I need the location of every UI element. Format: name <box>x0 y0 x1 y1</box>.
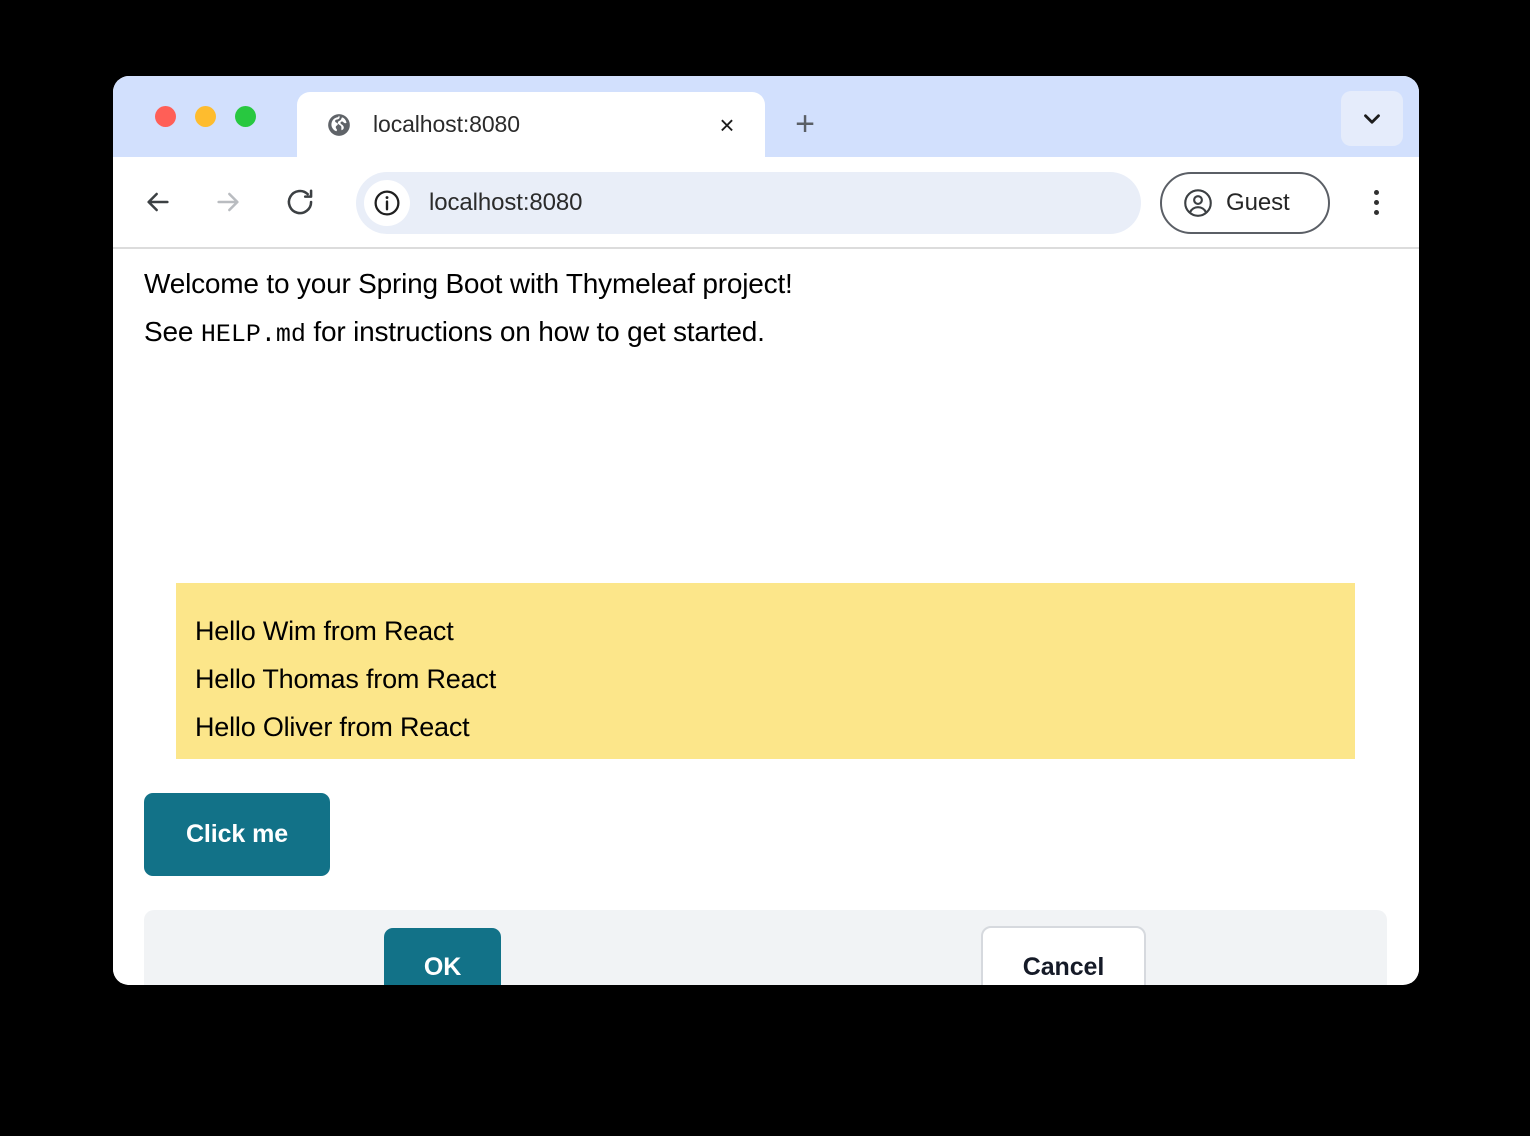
click-me-button[interactable]: Click me <box>144 793 330 876</box>
instructions-text: See HELP.md for instructions on how to g… <box>144 316 765 349</box>
chevron-down-icon <box>1364 113 1380 124</box>
window-maximize-button[interactable] <box>235 106 256 127</box>
address-bar-text: localhost:8080 <box>429 189 583 216</box>
three-dots-vertical-icon <box>1373 189 1379 195</box>
browser-tab[interactable]: localhost:8080 × <box>297 92 765 157</box>
tab-strip: localhost:8080 × + <box>113 76 1419 157</box>
profile-label: Guest <box>1226 189 1290 216</box>
tab-title: localhost:8080 <box>373 111 520 137</box>
welcome-heading: Welcome to your Spring Boot with Thymele… <box>144 268 793 299</box>
greeting-box: Hello Wim from React Hello Thomas from R… <box>176 583 1355 759</box>
arrow-right-icon <box>217 192 239 212</box>
page-content: Welcome to your Spring Boot with Thymele… <box>113 249 1419 985</box>
ok-button[interactable]: OK <box>384 928 501 985</box>
reload-icon <box>287 189 313 215</box>
three-dots-vertical-icon <box>1373 199 1379 205</box>
profile-button[interactable]: Guest <box>1160 172 1330 234</box>
window-close-button[interactable] <box>155 106 176 127</box>
arrow-left-icon <box>147 192 169 212</box>
help-file-name: HELP.md <box>200 320 306 349</box>
reload-button[interactable] <box>277 179 323 225</box>
info-circle-icon <box>374 190 400 216</box>
site-info-button[interactable] <box>364 180 410 226</box>
tab-search-button[interactable] <box>1341 91 1403 146</box>
cancel-button[interactable]: Cancel <box>981 926 1146 985</box>
browser-menu-button[interactable] <box>1355 179 1397 225</box>
back-button[interactable] <box>135 179 181 225</box>
address-bar[interactable]: localhost:8080 <box>356 172 1141 234</box>
forward-button[interactable] <box>205 179 251 225</box>
new-tab-button[interactable]: + <box>785 104 825 144</box>
browser-window: localhost:8080 × + localhost:8080 Guest … <box>113 76 1419 985</box>
globe-icon <box>328 113 350 136</box>
three-dots-vertical-icon <box>1373 209 1379 215</box>
account-circle-icon <box>1184 189 1212 217</box>
instructions-prefix: See <box>144 316 201 347</box>
tab-close-icon[interactable]: × <box>712 110 742 140</box>
greeting-line: Hello Oliver from React <box>195 712 470 742</box>
browser-toolbar: localhost:8080 Guest <box>113 157 1419 249</box>
greeting-line: Hello Thomas from React <box>195 664 497 694</box>
instructions-suffix: for instructions on how to get started. <box>305 316 765 347</box>
greeting-line: Hello Wim from React <box>195 616 454 646</box>
window-minimize-button[interactable] <box>195 106 216 127</box>
action-bar: OK Cancel <box>144 910 1387 985</box>
